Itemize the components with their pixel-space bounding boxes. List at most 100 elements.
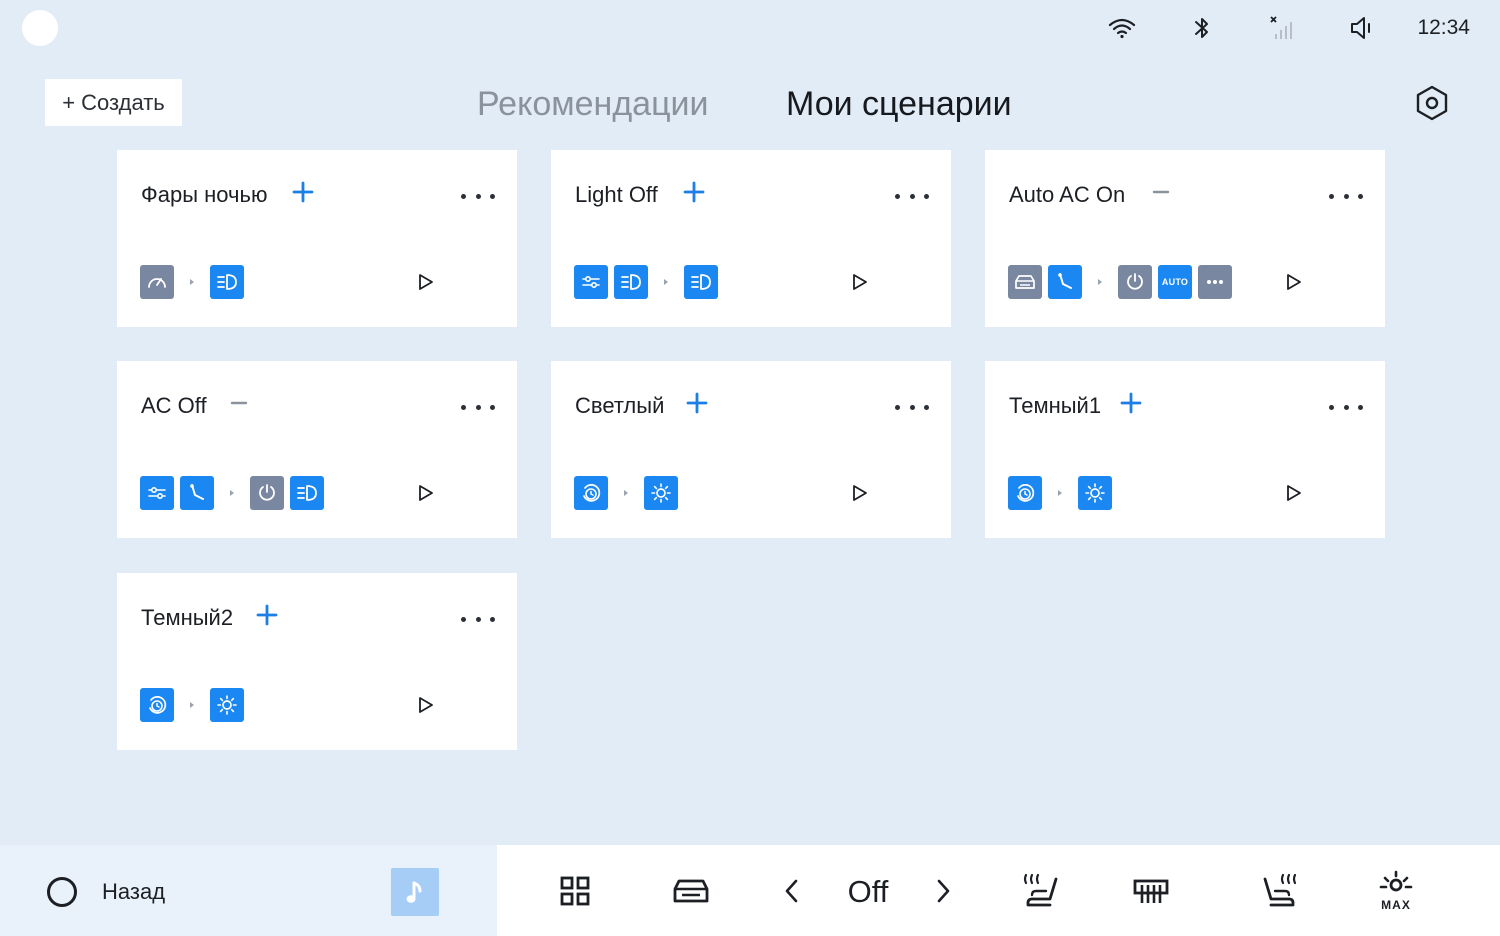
plus-icon[interactable] <box>254 601 280 629</box>
scenario-card-2[interactable]: Light Off <box>551 150 951 327</box>
scenario-card-5[interactable]: Светлый <box>551 361 951 538</box>
scenario-title: Темный2 <box>141 605 234 630</box>
seat-chip <box>180 476 214 510</box>
play-icon[interactable] <box>850 481 870 505</box>
headlight-chip <box>290 476 324 510</box>
more-options-icon[interactable] <box>895 397 929 417</box>
arrow-right-icon <box>1048 476 1072 510</box>
apps-grid-icon[interactable] <box>552 868 598 914</box>
tab-my-scenarios[interactable]: Мои сценарии <box>786 82 1012 126</box>
headlight-chip <box>614 265 648 299</box>
scenario-title: Фары ночью <box>141 182 268 207</box>
scenario-icons <box>574 265 724 299</box>
sliders-icon <box>146 484 168 502</box>
plus-icon[interactable] <box>1118 389 1144 417</box>
headlight-icon <box>620 272 642 292</box>
car-chip <box>1008 265 1042 299</box>
status-icons: 12:34 <box>1082 12 1470 44</box>
more-options-icon[interactable] <box>1329 397 1363 417</box>
back-button[interactable]: Назад <box>102 876 165 908</box>
scenario-icons <box>140 476 330 510</box>
sun-chip <box>644 476 678 510</box>
play-icon[interactable] <box>850 270 870 294</box>
play-icon[interactable] <box>416 693 436 717</box>
arrow-right-icon <box>1088 265 1112 299</box>
headlight-chip <box>210 265 244 299</box>
scenario-card-7[interactable]: Темный2 <box>117 573 517 750</box>
speedometer-chip <box>140 265 174 299</box>
headlight-icon <box>296 483 318 503</box>
scenario-card-6[interactable]: Темный1 <box>985 361 1385 538</box>
clock-chip <box>140 688 174 722</box>
minus-icon[interactable] <box>226 389 252 417</box>
bluetooth-icon <box>1162 12 1242 44</box>
minus-icon[interactable] <box>1148 178 1174 206</box>
wifi-icon <box>1082 12 1162 44</box>
fan-speed-value: Off <box>847 874 889 909</box>
scenario-title: AC Off <box>141 393 207 418</box>
sun-chip <box>1078 476 1112 510</box>
sliders-chip <box>574 265 608 299</box>
seat-heat-right-icon[interactable] <box>1257 868 1303 914</box>
scenario-title: Light Off <box>575 182 658 207</box>
arrow-right-icon <box>180 688 204 722</box>
scenario-card-1[interactable]: Фары ночью <box>117 150 517 327</box>
more-options-icon[interactable] <box>461 609 495 629</box>
arrow-right-icon <box>180 265 204 299</box>
max-defrost-icon[interactable]: MAX <box>1373 868 1419 914</box>
seat-chip <box>1048 265 1082 299</box>
scenario-card-3[interactable]: Auto AC On AUTO <box>985 150 1385 327</box>
power-chip <box>1118 265 1152 299</box>
plus-icon[interactable] <box>290 178 316 206</box>
arrow-right-icon <box>614 476 638 510</box>
more-icon <box>1204 278 1226 286</box>
play-icon[interactable] <box>1284 270 1304 294</box>
clock-icon <box>580 482 602 504</box>
clock-icon <box>146 694 168 716</box>
play-icon[interactable] <box>416 270 436 294</box>
scenario-title: Светлый <box>575 393 665 418</box>
music-note-icon[interactable] <box>391 868 439 916</box>
plus-icon[interactable] <box>681 178 707 206</box>
headlight-chip <box>684 265 718 299</box>
clock-time: 12:34 <box>1417 16 1470 39</box>
svg-text:MAX: MAX <box>1381 898 1411 912</box>
seat-heat-left-icon[interactable] <box>1018 868 1064 914</box>
sliders-icon <box>580 273 602 291</box>
auto-icon: AUTO <box>1161 277 1189 287</box>
chevron-left-icon[interactable] <box>768 868 814 914</box>
car-icon[interactable] <box>668 868 714 914</box>
play-icon[interactable] <box>1284 481 1304 505</box>
create-button[interactable]: + Создать <box>45 79 182 126</box>
status-bar: 12:34 <box>0 0 1500 56</box>
clock-icon <box>1014 482 1036 504</box>
scenario-title: Темный1 <box>1009 393 1102 418</box>
chevron-right-icon[interactable] <box>921 868 967 914</box>
scenario-icons <box>140 688 250 722</box>
sun-chip <box>210 688 244 722</box>
scenario-card-4[interactable]: AC Off <box>117 361 517 538</box>
speedometer-icon <box>146 271 168 293</box>
scenario-icons <box>1008 476 1118 510</box>
play-icon[interactable] <box>416 481 436 505</box>
settings-icon[interactable] <box>1413 84 1451 122</box>
power-icon <box>1124 271 1146 293</box>
seat-icon <box>1054 271 1076 293</box>
clock-chip <box>574 476 608 510</box>
more-options-icon[interactable] <box>1329 186 1363 206</box>
headlight-icon <box>216 272 238 292</box>
plus-icon[interactable] <box>684 389 710 417</box>
sun-icon <box>216 694 238 716</box>
sun-icon <box>650 482 672 504</box>
arrow-right-icon <box>220 476 244 510</box>
home-circle-icon[interactable] <box>47 877 77 907</box>
scenario-icons: AUTO <box>1008 265 1238 299</box>
bottom-bar-right <box>497 845 1500 936</box>
rear-defrost-icon[interactable] <box>1128 868 1174 914</box>
power-icon <box>256 482 278 504</box>
seat-icon <box>186 482 208 504</box>
more-options-icon[interactable] <box>895 186 929 206</box>
more-options-icon[interactable] <box>461 397 495 417</box>
tab-recommendations[interactable]: Рекомендации <box>477 82 709 126</box>
more-options-icon[interactable] <box>461 186 495 206</box>
